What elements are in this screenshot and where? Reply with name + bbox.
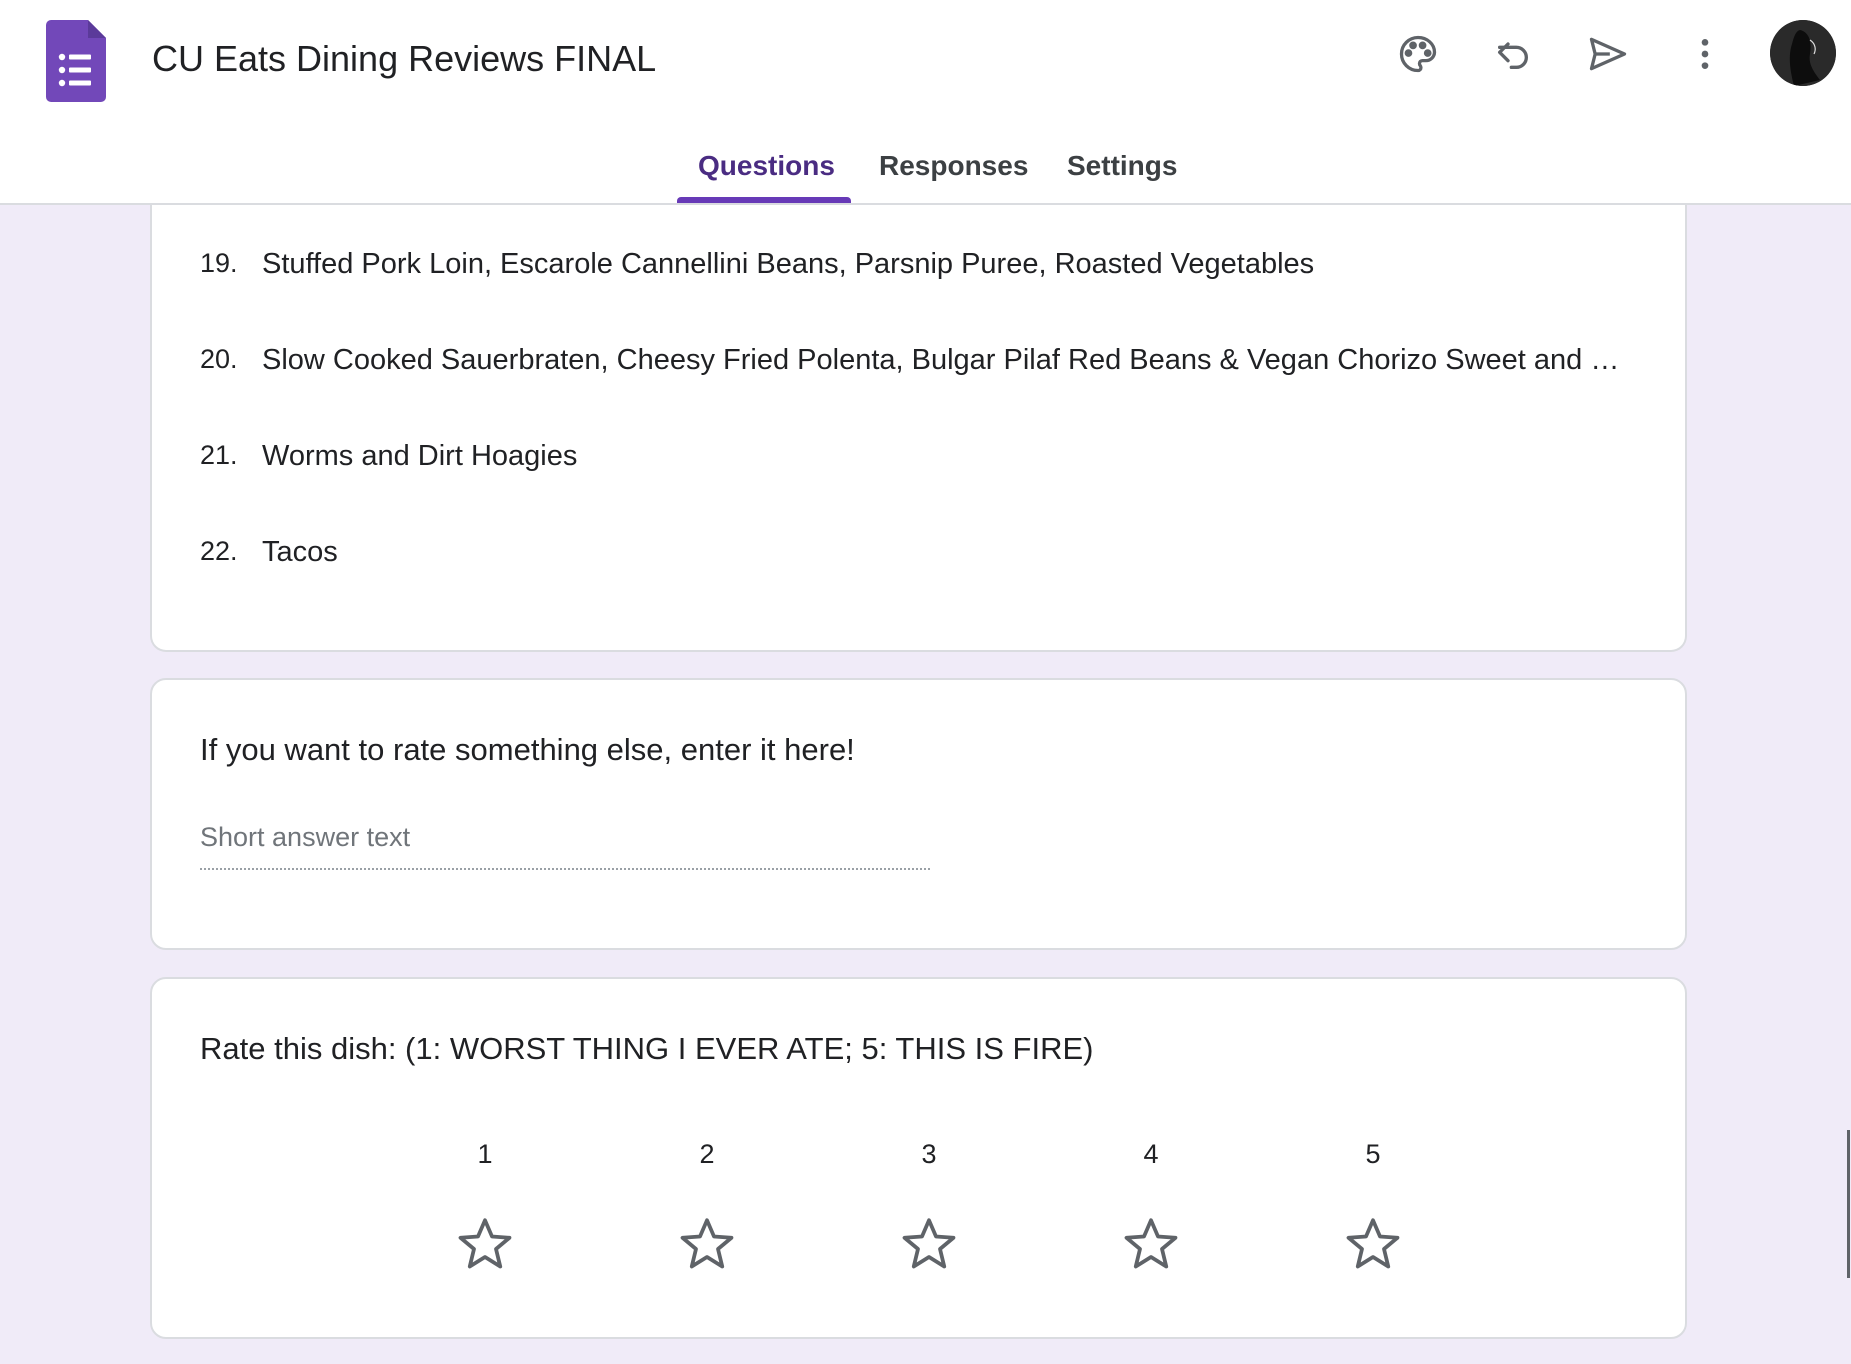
send-icon[interactable] <box>1580 26 1636 82</box>
star-icon[interactable] <box>899 1214 959 1274</box>
list-item-text: Stuffed Pork Loin, Escarole Cannellini B… <box>262 248 1315 280</box>
list-item-number: 21. <box>200 440 238 470</box>
other-item-question-card[interactable]: If you want to rate something else, ente… <box>150 678 1687 950</box>
tab-bar: Questions Responses Settings <box>0 140 1851 205</box>
list-item: 19. Stuffed Pork Loin, Escarole Cannellin… <box>200 248 1314 281</box>
list-item-number: 22. <box>200 536 238 566</box>
short-answer-field[interactable]: Short answer text <box>200 822 930 870</box>
top-bar: CU Eats Dining Reviews FINAL Questions R… <box>0 0 1851 205</box>
scrollbar[interactable] <box>1847 1130 1850 1278</box>
list-item-number: 19. <box>200 248 238 278</box>
rating-label-1: 1 <box>477 1139 493 1169</box>
list-item-text: Tacos <box>262 536 338 568</box>
list-item-text: Slow Cooked Sauerbraten, Cheesy Fried Po… <box>262 344 1632 376</box>
list-item: 21. Worms and Dirt Hoagies <box>200 440 577 473</box>
tab-questions[interactable]: Questions <box>698 150 835 182</box>
rating-label-3: 3 <box>921 1139 937 1169</box>
palette-icon[interactable] <box>1390 26 1446 82</box>
more-vert-icon[interactable] <box>1677 26 1733 82</box>
tab-responses[interactable]: Responses <box>879 150 1028 182</box>
star-icon[interactable] <box>1121 1214 1181 1274</box>
list-item: 22. Tacos <box>200 536 338 569</box>
rating-label-2: 2 <box>699 1139 715 1169</box>
dish-list-card: 19. Stuffed Pork Loin, Escarole Cannellin… <box>150 170 1687 652</box>
forms-logo-icon[interactable] <box>46 20 106 102</box>
active-tab-indicator <box>677 197 851 203</box>
document-title[interactable]: CU Eats Dining Reviews FINAL <box>152 38 656 80</box>
question-title: If you want to rate something else, ente… <box>200 732 855 767</box>
avatar[interactable] <box>1770 20 1836 86</box>
undo-icon[interactable] <box>1485 26 1541 82</box>
rating-question-card[interactable]: Rate this dish: (1: WORST THING I EVER A… <box>150 977 1687 1339</box>
list-item-number: 20. <box>200 344 238 374</box>
question-title: Rate this dish: (1: WORST THING I EVER A… <box>200 1031 1094 1066</box>
tab-settings[interactable]: Settings <box>1067 150 1177 182</box>
star-icon[interactable] <box>1343 1214 1403 1274</box>
star-icon[interactable] <box>677 1214 737 1274</box>
list-item: 20. Slow Cooked Sauerbraten, Cheesy Fried… <box>200 344 1632 377</box>
rating-label-4: 4 <box>1143 1139 1159 1169</box>
list-item-text: Worms and Dirt Hoagies <box>262 440 578 472</box>
rating-label-5: 5 <box>1365 1139 1381 1169</box>
star-icon[interactable] <box>455 1214 515 1274</box>
